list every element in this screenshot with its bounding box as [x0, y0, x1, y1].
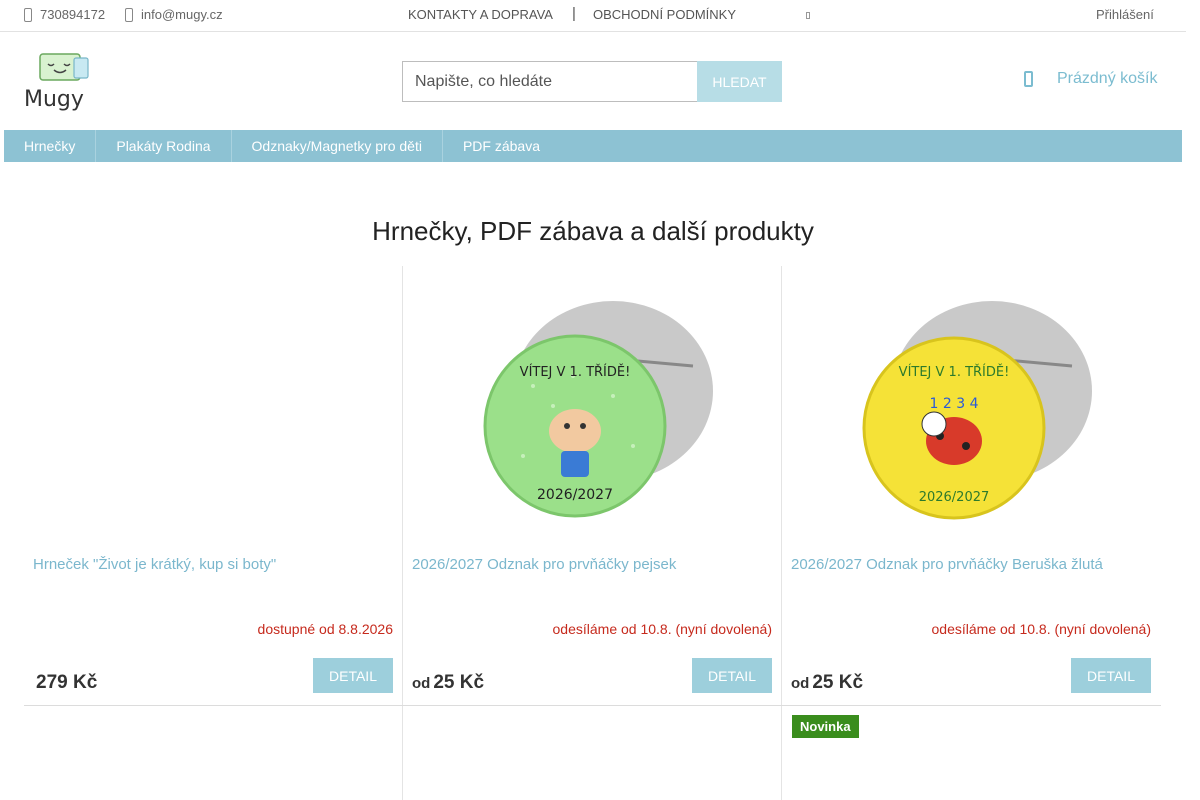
link-kontakty-label: KONTAKTY A DOPRAVA: [408, 7, 553, 22]
link-obchodni-podminky[interactable]: OBCHODNÍ PODMÍNKY: [593, 7, 736, 22]
product-name[interactable]: Hrneček "Život je krátký, kup si boty": [33, 556, 393, 573]
separator: |: [572, 5, 576, 22]
novinka-badge: Novinka: [792, 715, 859, 738]
phone-number: 730894172: [40, 7, 106, 22]
badge-year: 2026/2027: [537, 487, 613, 503]
more-icon[interactable]: [806, 12, 810, 19]
cart-link[interactable]: Prázdný košík: [1024, 70, 1157, 88]
price-value: 25 Kč: [812, 672, 864, 693]
logo-text: Mugy: [24, 87, 84, 112]
divider: [24, 705, 1161, 706]
top-bar: 730894172 info@mugy.cz KONTAKTY A DOPRAV…: [0, 0, 1186, 32]
badge-caption: VÍTEJ V 1. TŘÍDĚ!: [899, 364, 1010, 380]
product-availability: dostupné od 8.8.2026: [257, 621, 393, 637]
detail-button[interactable]: DETAIL: [1071, 658, 1151, 693]
price-value: 25 Kč: [433, 672, 485, 693]
page-title: Hrnečky, PDF zábava a další produkty: [372, 216, 814, 246]
product-availability: odesíláme od 10.8. (nyní dovolená): [931, 621, 1151, 637]
badge-numbers: 1 2 3 4: [930, 396, 979, 412]
email-address: info@mugy.cz: [141, 7, 223, 22]
price-prefix: od: [412, 675, 431, 692]
cart-label: Prázdný košík: [1057, 70, 1158, 87]
nav-item-odznaky[interactable]: Odznaky/Magnetky pro děti: [232, 130, 443, 162]
login-link[interactable]: Přihlášení: [1096, 7, 1154, 22]
product-price: od 25 Kč: [412, 672, 484, 694]
product-image-badge-pejsek[interactable]: 2026/2027 VÍTEJ V 1. TŘÍDĚ!: [463, 296, 723, 526]
product-name[interactable]: 2026/2027 Odznak pro prvňáčky Beruška žl…: [791, 556, 1151, 573]
product-image-badge-beruska[interactable]: 1 2 3 4 VÍTEJ V 1. TŘÍDĚ! 2026/2027: [842, 296, 1102, 526]
search-form: HLEDAT: [402, 61, 782, 102]
search-button[interactable]: HLEDAT: [697, 61, 782, 102]
badge-year: 2026/2027: [919, 490, 990, 505]
link-kontakty[interactable]: KONTAKTY A DOPRAVA: [408, 7, 553, 22]
phone-icon: [24, 7, 32, 22]
product-grid: Hrneček "Život je krátký, kup si boty" d…: [24, 266, 1161, 800]
product-card: 1 2 3 4 VÍTEJ V 1. TŘÍDĚ! 2026/2027 2026…: [782, 266, 1161, 705]
nav-item-hrnecky[interactable]: Hrnečky: [4, 130, 97, 162]
product-availability: odesíláme od 10.8. (nyní dovolená): [552, 621, 772, 637]
login-label: Přihlášení: [1096, 7, 1154, 22]
price-value: 279 Kč: [36, 672, 98, 693]
link-obchodni-label: OBCHODNÍ PODMÍNKY: [593, 7, 737, 22]
logo[interactable]: Mugy: [22, 48, 102, 112]
main-navigation: Hrnečky Plakáty Rodina Odznaky/Magnetky …: [4, 130, 1182, 162]
badge-caption: VÍTEJ V 1. TŘÍDĚ!: [520, 364, 631, 380]
mail-icon: [125, 7, 133, 22]
product-price: 279 Kč: [33, 672, 97, 694]
cart-icon: [1024, 71, 1033, 87]
nav-item-pdf-zabava[interactable]: PDF zábava: [443, 130, 560, 162]
nav-item-plakaty[interactable]: Plakáty Rodina: [96, 130, 232, 162]
detail-button[interactable]: DETAIL: [692, 658, 772, 693]
email-contact[interactable]: info@mugy.cz: [125, 7, 223, 22]
product-name[interactable]: 2026/2027 Odznak pro prvňáčky pejsek: [412, 556, 772, 573]
detail-button[interactable]: DETAIL: [313, 658, 393, 693]
product-price: od 25 Kč: [791, 672, 863, 694]
search-input[interactable]: [402, 61, 697, 102]
logo-image: Mugy: [24, 53, 89, 112]
product-card: Hrneček "Život je krátký, kup si boty" d…: [24, 266, 403, 705]
product-card: 2026/2027 VÍTEJ V 1. TŘÍDĚ! 2026/2027 Od…: [403, 266, 782, 705]
price-prefix: od: [791, 675, 810, 692]
phone-contact[interactable]: 730894172: [24, 7, 105, 22]
